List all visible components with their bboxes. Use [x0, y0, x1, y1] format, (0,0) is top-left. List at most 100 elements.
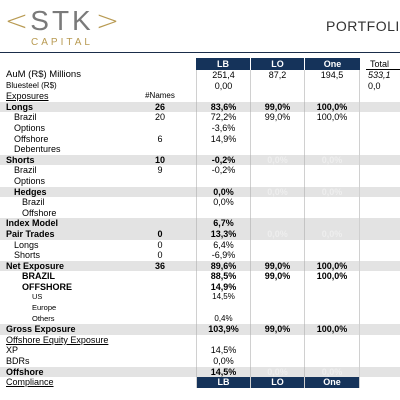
row-names-count	[140, 81, 180, 92]
table-row: Bluesteel (R$) 0,00 0,0	[0, 80, 400, 92]
table-row: Index Model 6,7%	[0, 218, 400, 229]
row-names-count: 0	[157, 250, 163, 261]
cell-one: 100,0%	[304, 260, 360, 272]
cell-lo: 99,0%	[250, 101, 304, 113]
cell-lo	[250, 345, 304, 357]
cell-lb	[196, 175, 250, 187]
cell-lb: -3,6%	[196, 122, 250, 134]
cell-lo	[250, 175, 304, 187]
cell-lb	[196, 207, 250, 219]
cell-total	[368, 250, 400, 261]
row-label: Pair Trades	[6, 228, 55, 239]
logo-left-bracket: <	[4, 4, 29, 37]
cell-one	[304, 175, 360, 187]
cell-lb: -0,2%	[196, 165, 250, 176]
cell-lb: 14,9%	[196, 281, 250, 293]
row-names-count	[140, 282, 180, 293]
table-row: Compliance LB LO One	[0, 377, 400, 388]
row-names-count	[140, 218, 180, 229]
table-row: Europe	[0, 303, 400, 314]
cell-lb: LB	[196, 377, 250, 388]
column-header-lo: LO	[251, 58, 304, 70]
cell-lo	[250, 133, 304, 145]
table-row: Options	[0, 175, 400, 187]
cell-lo: 0,0%	[250, 366, 304, 378]
cell-lo	[250, 218, 304, 229]
table-row: AuM (R$) Millions 251,4 87,2 194,5 533,1	[0, 70, 400, 81]
table-row: Gross Exposure 103,9% 99,0% 100,0%	[0, 324, 400, 335]
row-label: Debentures	[14, 144, 61, 155]
cell-one: 100,0%	[304, 112, 360, 123]
cell-one	[304, 122, 360, 134]
cell-lo	[250, 165, 304, 176]
row-label: Options	[14, 175, 46, 186]
cell-lb: -6,9%	[196, 250, 250, 261]
cell-lb: 88,5%	[196, 271, 250, 282]
row-names-count	[140, 292, 180, 303]
cell-lo	[250, 334, 304, 346]
row-names-count: 0	[157, 228, 163, 239]
row-label: AuM (R$) Millions	[6, 70, 81, 80]
cell-one	[304, 250, 360, 261]
row-label: Offshore	[6, 366, 44, 377]
cell-total	[368, 144, 400, 155]
row-label: Longs	[14, 239, 39, 250]
cell-one: 100,0%	[304, 101, 360, 113]
row-names-count	[140, 356, 180, 367]
row-names-count	[140, 144, 180, 155]
row-names-count	[140, 123, 180, 134]
table-row: Brazil 0,0%	[0, 197, 400, 208]
table-row: Brazil 20 72,2% 99,0% 100,0%	[0, 112, 400, 123]
table-row: Offshore Equity Exposure	[0, 334, 400, 346]
row-names-count	[140, 377, 180, 388]
row-label: Shorts	[14, 250, 41, 261]
table-row: Offshore	[0, 207, 400, 219]
cell-total	[368, 197, 400, 208]
cell-lo: 99,0%	[250, 324, 304, 335]
cell-total	[368, 314, 400, 325]
row-names-count	[140, 70, 180, 81]
cell-one: 0,0%	[304, 186, 360, 198]
cell-total	[368, 229, 400, 240]
row-label: Shorts	[6, 154, 35, 165]
row-label: Index Model	[6, 218, 59, 229]
cell-one: 100,0%	[304, 324, 360, 335]
table-row: OFFSHORE 14,9%	[0, 281, 400, 293]
row-names-count	[140, 303, 180, 314]
row-names-count	[140, 208, 180, 219]
cell-one	[304, 133, 360, 145]
table-row: Others 0,4%	[0, 313, 400, 325]
cell-lb: 14,5%	[196, 292, 250, 304]
cell-total	[368, 367, 400, 378]
cell-lo	[250, 197, 304, 208]
cell-lb: 14,5%	[196, 345, 250, 357]
cell-one	[304, 207, 360, 219]
cell-one	[304, 80, 360, 92]
cell-total	[368, 240, 400, 251]
cell-lo: 99,0%	[250, 112, 304, 123]
cell-lb: -0,2%	[196, 154, 250, 166]
row-names-count: #Names	[145, 91, 175, 101]
row-names-count	[140, 335, 180, 346]
cell-lb	[196, 91, 250, 102]
cell-total	[368, 356, 400, 367]
cell-total	[368, 165, 400, 176]
row-label: Exposures	[6, 91, 49, 102]
page-title: PORTFOLIO	[326, 18, 400, 34]
row-label: Bluesteel (R$)	[6, 80, 57, 90]
row-names-count: 9	[157, 165, 163, 176]
header-divider	[0, 52, 400, 53]
cell-one: 0,0%	[304, 366, 360, 378]
cell-total	[368, 303, 400, 314]
table-row: Debentures	[0, 144, 400, 155]
table-row: Shorts 10 -0,2% 0,0% 0,0%	[0, 154, 400, 166]
table-row: Hedges 0,0% 0,0% 0,0%	[0, 186, 400, 198]
cell-total	[368, 176, 400, 187]
column-header-total: Total	[366, 58, 400, 70]
row-names-count	[140, 197, 180, 208]
cell-lb: 14,9%	[196, 133, 250, 145]
cell-one	[304, 345, 360, 357]
table-row: Net Exposure 36 89,6% 99,0% 100,0%	[0, 260, 400, 272]
table-row: Exposures #Names	[0, 91, 400, 102]
row-names-count	[140, 271, 180, 282]
